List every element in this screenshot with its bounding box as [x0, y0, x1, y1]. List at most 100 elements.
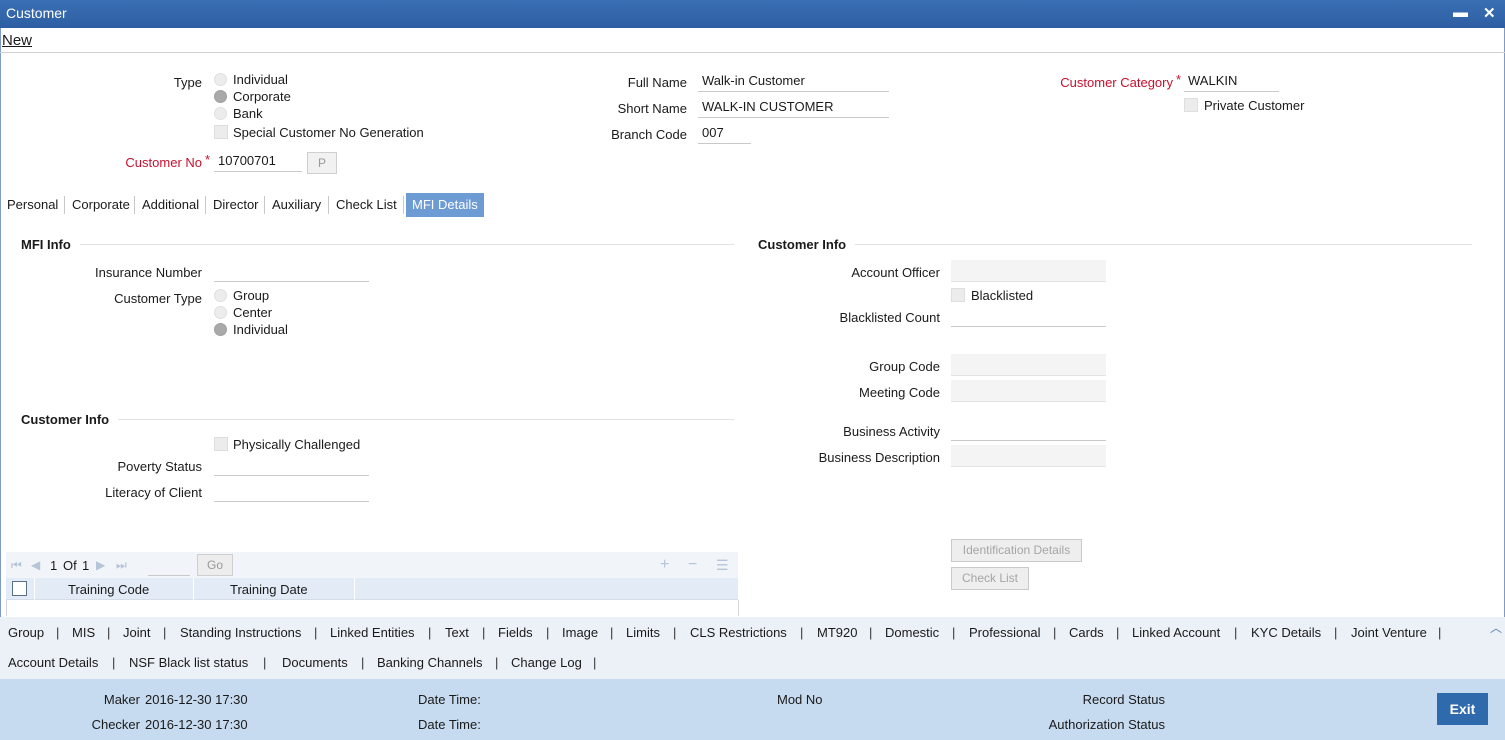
link-joint[interactable]: Joint	[123, 625, 150, 640]
column-training-date[interactable]: Training Date	[230, 582, 308, 597]
add-row-icon[interactable]: +	[660, 556, 669, 574]
group-code-field[interactable]	[951, 354, 1106, 376]
link-separator: |	[495, 655, 499, 670]
link-text[interactable]: Text	[445, 625, 469, 640]
checker-date-time-label: Date Time:	[418, 717, 481, 732]
full-name-field[interactable]	[698, 70, 889, 92]
column-divider	[193, 578, 194, 600]
section-divider	[80, 244, 734, 245]
link-separator: |	[1334, 625, 1338, 640]
page-current: 1	[50, 558, 58, 573]
branch-code-field[interactable]	[698, 122, 751, 144]
link-cls-restrictions[interactable]: CLS Restrictions	[690, 625, 787, 640]
link-separator: |	[1116, 625, 1120, 640]
business-activity-label: Business Activity	[843, 424, 940, 439]
link-standing-instructions[interactable]: Standing Instructions	[180, 625, 301, 640]
tab-auxiliary[interactable]: Auxiliary	[268, 193, 325, 217]
link-mis[interactable]: MIS	[72, 625, 95, 640]
customer-category-field[interactable]	[1184, 70, 1279, 92]
customer-type-group-radio[interactable]	[214, 289, 227, 302]
prev-page-icon[interactable]: ◀	[31, 558, 40, 572]
column-training-code[interactable]: Training Code	[68, 582, 149, 597]
link-domestic[interactable]: Domestic	[885, 625, 939, 640]
tab-divider	[264, 196, 265, 214]
physically-challenged-checkbox[interactable]	[214, 437, 228, 451]
link-linked-entities[interactable]: Linked Entities	[330, 625, 415, 640]
section-divider	[855, 244, 1472, 245]
link-separator: |	[1234, 625, 1238, 640]
special-customer-no-checkbox[interactable]	[214, 125, 228, 139]
blacklisted-count-label: Blacklisted Count	[839, 310, 940, 325]
exit-button[interactable]: Exit	[1437, 693, 1488, 725]
link-linked-account[interactable]: Linked Account	[1132, 625, 1220, 640]
tab-additional[interactable]: Additional	[138, 193, 203, 217]
link-cards[interactable]: Cards	[1069, 625, 1104, 640]
link-mt920[interactable]: MT920	[817, 625, 857, 640]
link-change-log[interactable]: Change Log	[511, 655, 582, 670]
link-account-details[interactable]: Account Details	[8, 655, 98, 670]
tab-director[interactable]: Director	[209, 193, 263, 217]
tab-check-list[interactable]: Check List	[332, 193, 401, 217]
link-banking-channels[interactable]: Banking Channels	[377, 655, 483, 670]
customer-type-center-radio[interactable]	[214, 306, 227, 319]
link-joint-venture[interactable]: Joint Venture	[1351, 625, 1427, 640]
customer-category-label: Customer Category	[1010, 75, 1173, 90]
link-kyc-details[interactable]: KYC Details	[1251, 625, 1321, 640]
customer-category-label-text: Customer Category	[1060, 75, 1173, 90]
required-mark: *	[1176, 72, 1182, 87]
tab-corporate[interactable]: Corporate	[68, 193, 134, 217]
links-row-1: Group | MIS | Joint | Standing Instructions | Li…	[0, 625, 1505, 645]
link-documents[interactable]: Documents	[282, 655, 348, 670]
short-name-field[interactable]	[698, 96, 889, 118]
link-professional[interactable]: Professional	[969, 625, 1041, 640]
authorization-status-label: Authorization Status	[1048, 717, 1165, 732]
tab-mfi-details[interactable]: MFI Details	[406, 193, 484, 217]
new-link[interactable]: New	[2, 32, 32, 49]
tab-divider	[403, 196, 404, 214]
customer-no-label: Customer No	[100, 155, 202, 170]
poverty-status-field[interactable]	[214, 454, 369, 476]
page-number-field[interactable]	[148, 555, 190, 576]
link-image[interactable]: Image	[562, 625, 598, 640]
customer-type-individual-radio[interactable]	[214, 323, 227, 336]
select-all-checkbox[interactable]	[12, 581, 27, 596]
link-separator: |	[428, 625, 432, 640]
tab-divider	[328, 196, 329, 214]
last-page-icon[interactable]: ⏭	[116, 558, 127, 573]
link-separator: |	[610, 625, 614, 640]
link-fields[interactable]: Fields	[498, 625, 533, 640]
link-separator: |	[263, 655, 267, 670]
customer-no-field[interactable]	[214, 150, 302, 172]
business-activity-field[interactable]	[951, 419, 1106, 441]
link-limits[interactable]: Limits	[626, 625, 660, 640]
account-officer-field[interactable]	[951, 260, 1106, 282]
go-button[interactable]: Go	[197, 554, 233, 576]
type-bank-radio[interactable]	[214, 107, 227, 120]
first-page-icon[interactable]: ⏮	[11, 558, 22, 573]
page-of: Of	[63, 558, 77, 573]
link-group[interactable]: Group	[8, 625, 44, 640]
type-individual-radio[interactable]	[214, 73, 227, 86]
close-icon[interactable]: ✕	[1483, 4, 1496, 22]
column-divider	[34, 578, 35, 600]
insurance-number-field[interactable]	[214, 260, 369, 282]
delete-row-icon[interactable]: −	[688, 556, 697, 574]
literacy-field[interactable]	[214, 480, 369, 502]
meeting-code-field[interactable]	[951, 380, 1106, 402]
links-row-2: Account Details | NSF Black list status | Do…	[0, 655, 1505, 675]
p-button[interactable]: P	[307, 152, 337, 174]
type-corporate-radio[interactable]	[214, 90, 227, 103]
maker-date-time-label: Date Time:	[418, 692, 481, 707]
blacklisted-count-field[interactable]	[951, 305, 1106, 327]
list-icon[interactable]: ☰	[716, 557, 729, 574]
private-customer-checkbox[interactable]	[1184, 98, 1198, 112]
next-page-icon[interactable]: ▶	[96, 558, 105, 572]
link-separator: |	[56, 625, 60, 640]
check-list-button[interactable]: Check List	[951, 567, 1029, 590]
blacklisted-checkbox[interactable]	[951, 288, 965, 302]
link-nsf-black-list-status[interactable]: NSF Black list status	[129, 655, 248, 670]
tab-personal[interactable]: Personal	[3, 193, 62, 217]
minimize-icon[interactable]: ▬	[1453, 4, 1468, 21]
business-description-field[interactable]	[951, 445, 1106, 467]
identification-details-button[interactable]: Identification Details	[951, 539, 1082, 562]
